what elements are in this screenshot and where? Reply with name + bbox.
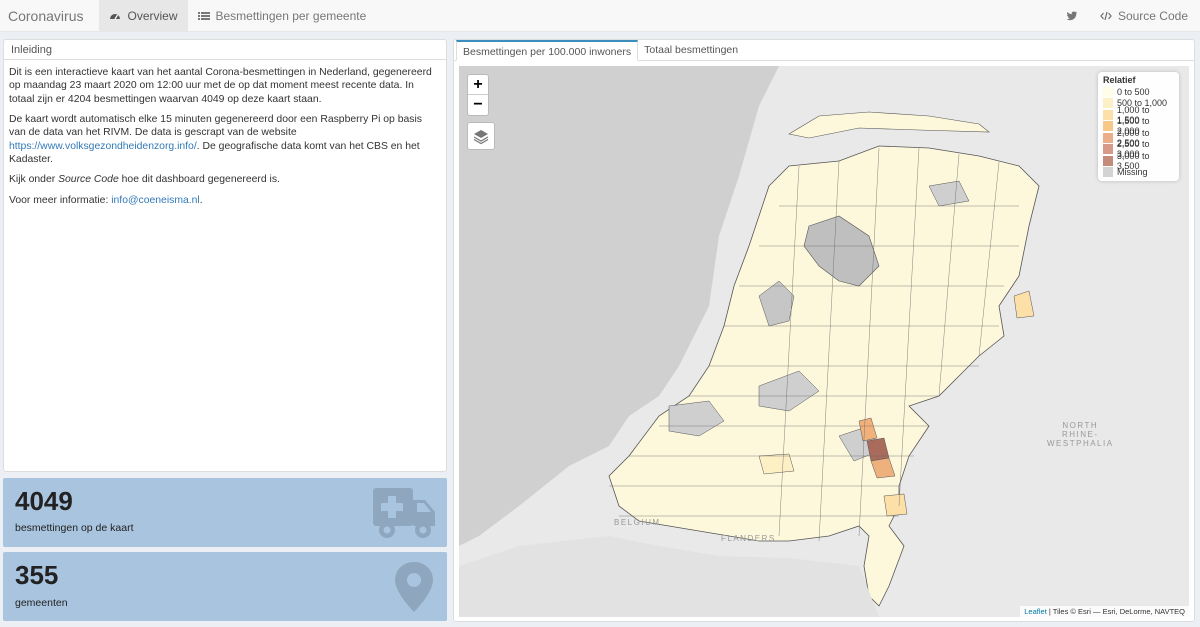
legend-swatch [1103,86,1113,97]
map-panel: Besmettingen per 100.000 inwoners Totaal… [453,39,1195,622]
map-label-nrw: NORTH RHINE- WESTPHALIA [1047,421,1114,448]
legend-swatch [1103,132,1113,143]
map-legend: Relatief 0 to 500 500 to 1,000 1,000 to 1,… [1098,72,1179,181]
legend-swatch [1103,155,1113,166]
nav-item-overview[interactable]: Overview [99,0,188,32]
navbar: Coronavirus Overview Besmettingen per ge… [0,0,1200,32]
legend-title: Relatief [1103,75,1136,85]
app-title[interactable]: Coronavirus [0,8,99,24]
list-icon [197,11,210,20]
legend-swatch [1103,121,1113,132]
map-attribution: Leaflet | Tiles © Esri — Esri, DeLorme, … [1020,606,1189,617]
zoom-in-button[interactable]: + [468,75,488,95]
map-label-belgium: BELGIUM [614,518,661,527]
intro-text: hoe dit dashboard gegenereerd is. [118,174,280,186]
map-canvas[interactable]: NORTH RHINE- WESTPHALIA BELGIUM FLANDERS… [459,66,1189,617]
intro-text: De kaart wordt automatisch elke 15 minut… [9,113,422,139]
leaflet-link[interactable]: Leaflet [1024,607,1047,616]
valuebox-label: besmettingen op de kaart [15,522,134,534]
nav-item-label: Besmettingen per gemeente [215,8,367,23]
map-label-text: WESTPHALIA [1047,439,1114,448]
attribution-text: | Tiles © Esri — Esri, DeLorme, NAVTEQ [1046,607,1185,616]
source-code-link[interactable]: Source Code [1090,0,1200,32]
intro-text: Kijk onder [9,174,59,186]
legend-swatch [1103,144,1113,155]
rivm-link[interactable]: https://www.volksgezondheidenzorg.info/ [9,141,197,152]
map-marker-icon [395,562,433,612]
valuebox-besmettingen: 4049 besmettingen op de kaart [3,478,447,547]
map-label-flanders: FLANDERS [721,534,776,543]
legend-label: Missing [1117,167,1148,178]
source-code-label: Source Code [1117,8,1188,23]
intro-paragraph: De kaart wordt automatisch elke 15 minut… [9,113,441,166]
legend-swatch [1103,167,1113,178]
code-icon [1100,11,1112,20]
email-link[interactable]: info@coeneisma.nl [111,195,200,206]
valuebox-value: 4049 [15,486,73,516]
legend-item: 0 to 500 [1103,86,1174,98]
twitter-link[interactable] [1054,0,1090,32]
tab-relative[interactable]: Besmettingen per 100.000 inwoners [456,40,639,61]
layers-button[interactable] [467,122,495,150]
map-tabs: Besmettingen per 100.000 inwoners Totaal… [454,40,1194,61]
intro-paragraph: Kijk onder Source Code hoe dit dashboard… [9,173,441,186]
intro-text: Voor meer informatie: [9,194,112,206]
zoom-out-button[interactable]: − [468,95,488,115]
zoom-control: + − [467,74,489,116]
intro-emphasis: Source Code [58,174,119,186]
intro-body: Dit is een interactieve kaart van het aa… [4,60,446,220]
map-label-text: RHINE- [1062,430,1099,439]
nav-item-label: Overview [127,8,178,23]
valuebox-label: gemeenten [15,597,68,609]
legend-item: 3,000 to 3,500 [1103,151,1174,171]
intro-panel: Inleiding Dit is een interactieve kaart … [3,39,447,472]
legend-label: 0 to 500 [1117,86,1150,97]
intro-header: Inleiding [4,40,446,60]
legend-swatch [1103,98,1113,109]
layers-icon [473,130,489,145]
twitter-icon [1066,11,1077,20]
legend-swatch [1103,109,1113,120]
ambulance-icon [373,488,435,538]
tab-total[interactable]: Totaal besmettingen [638,40,744,60]
intro-text: . [199,194,203,206]
valuebox-value: 355 [15,560,59,590]
intro-paragraph: Dit is een interactieve kaart van het aa… [9,67,432,105]
valuebox-gemeenten: 355 gemeenten [3,552,447,621]
nav-item-besmettingen[interactable]: Besmettingen per gemeente [188,0,377,32]
tachometer-icon [110,13,121,19]
map-label-text: NORTH [1062,421,1099,430]
netherlands-map[interactable] [459,66,1189,617]
intro-paragraph: Voor meer informatie: info@coeneisma.nl. [9,194,441,207]
